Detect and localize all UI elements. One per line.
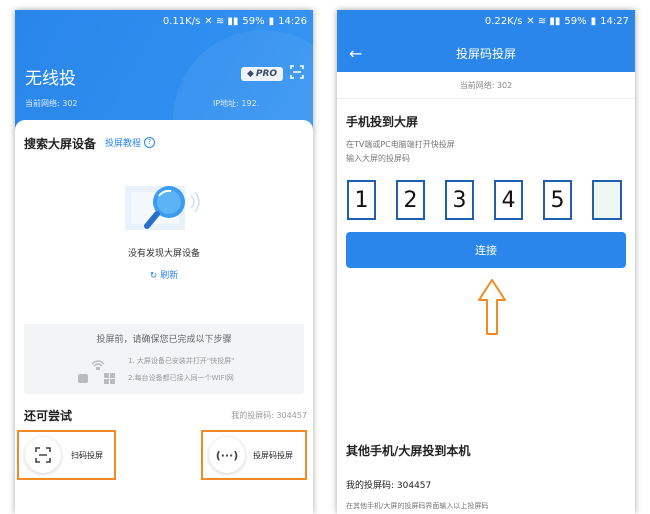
refresh-label: 刷新: [160, 271, 179, 281]
clock: 14:27: [600, 15, 629, 27]
ip-address: IP地址: 192.: [213, 99, 260, 108]
code-digit-5[interactable]: 5: [543, 180, 572, 220]
signal-icon: ✕ ≋ ▮▮: [526, 15, 561, 27]
code-digit-3[interactable]: 3: [445, 180, 474, 220]
battery-level: 59%: [242, 15, 265, 27]
network-speed: 0.22K/s: [484, 15, 523, 27]
pro-badge[interactable]: ◆ PRO: [241, 67, 283, 81]
code-cast-button[interactable]: (···): [209, 437, 245, 473]
try-also-title: 还可尝试: [24, 409, 73, 423]
search-illustration-icon: [125, 186, 200, 230]
code-digit-2[interactable]: 2: [396, 180, 425, 220]
code-cast-option[interactable]: (···) 投屏码投屏: [201, 430, 307, 480]
clock: 14:26: [278, 15, 307, 27]
status-bar: 0.22K/s ✕ ≋ ▮▮ 59% ▮ 14:27: [337, 10, 635, 32]
signal-icon: ✕ ≋ ▮▮: [204, 15, 239, 27]
page-title: 投屏码投屏: [455, 47, 516, 61]
phone-to-screen-title: 手机投到大屏: [346, 115, 419, 129]
code-cast-header: 0.22K/s ✕ ≋ ▮▮ 59% ▮ 14:27 ← 投屏码投屏: [337, 10, 635, 72]
hint-other-device: 在其他手机/大屏的投屏码界面输入以上投屏码: [346, 502, 489, 510]
app-title: 无线投: [25, 69, 76, 89]
steps-title: 投屏前，请确保您已完成以下步骤: [96, 335, 232, 345]
code-digit-6[interactable]: [592, 180, 622, 220]
my-cast-code: 我的投屏码: 304457: [346, 481, 432, 491]
tutorial-link-label: 投屏教程: [105, 139, 142, 149]
scan-cast-button[interactable]: [25, 437, 61, 473]
code-digit-4[interactable]: 4: [494, 180, 523, 220]
arrow-up-icon: [478, 279, 506, 335]
divider: [337, 98, 635, 99]
main-card: 搜索大屏设备 投屏教程 ? 没有发现大屏设备 ↻ 刷新 投屏前，请确保您已完成以…: [15, 120, 313, 514]
hint-enter-code: 输入大屏的投屏码: [346, 154, 410, 163]
battery-icon: ▮: [590, 15, 597, 27]
code-cast-screen: 0.22K/s ✕ ≋ ▮▮ 59% ▮ 14:27 ← 投屏码投屏 当前网络:…: [337, 10, 635, 514]
code-input[interactable]: 1 2 3 4 5: [346, 180, 626, 222]
my-cast-code: 我的投屏码: 304457: [231, 411, 307, 420]
step-two: 2.每台设备都已接入同一个WIFI网: [128, 374, 234, 382]
current-network: 当前网络: 302: [25, 99, 78, 108]
battery-level: 59%: [564, 15, 587, 27]
other-to-this-title: 其他手机/大屏投到本机: [346, 444, 471, 458]
network-speed: 0.11K/s: [162, 15, 201, 27]
scan-cast-label: 扫码投屏: [71, 450, 103, 460]
home-screen: 0.11K/s ✕ ≋ ▮▮ 59% ▮ 14:26 无线投 ◆ PRO 当前网…: [15, 10, 313, 514]
scan-icon[interactable]: [290, 65, 304, 79]
scan-qr-icon: [35, 447, 51, 463]
code-dots-icon: (···): [215, 448, 239, 462]
status-bar: 0.11K/s ✕ ≋ ▮▮ 59% ▮ 14:26: [15, 10, 313, 32]
diamond-icon: ◆: [246, 69, 254, 79]
search-devices-title: 搜索大屏设备: [24, 137, 97, 151]
code-cast-label: 投屏码投屏: [253, 450, 293, 460]
step-one: 1. 大屏设备已安装并打开"快投屏": [128, 357, 235, 365]
refresh-icon: ↻: [149, 271, 158, 281]
prerequisite-steps: 投屏前，请确保您已完成以下步骤 1. 大屏设备已安装并打开"快投屏" 2.每台设…: [24, 324, 304, 394]
scan-cast-option[interactable]: 扫码投屏: [17, 430, 116, 480]
no-device-text: 没有发现大屏设备: [127, 249, 200, 259]
pro-badge-label: PRO: [255, 69, 278, 79]
refresh-button[interactable]: ↻ 刷新: [15, 268, 313, 281]
battery-icon: ▮: [268, 15, 275, 27]
hint-open-app: 在TV端或PC电脑端打开快投屏: [346, 140, 455, 149]
current-network: 当前网络: 302: [459, 81, 513, 90]
code-digit-1[interactable]: 1: [347, 180, 376, 220]
device-platform-icons: [78, 360, 115, 384]
connect-button[interactable]: 连接: [346, 232, 626, 268]
tutorial-link[interactable]: 投屏教程 ?: [105, 136, 156, 149]
help-icon: ?: [144, 137, 156, 148]
